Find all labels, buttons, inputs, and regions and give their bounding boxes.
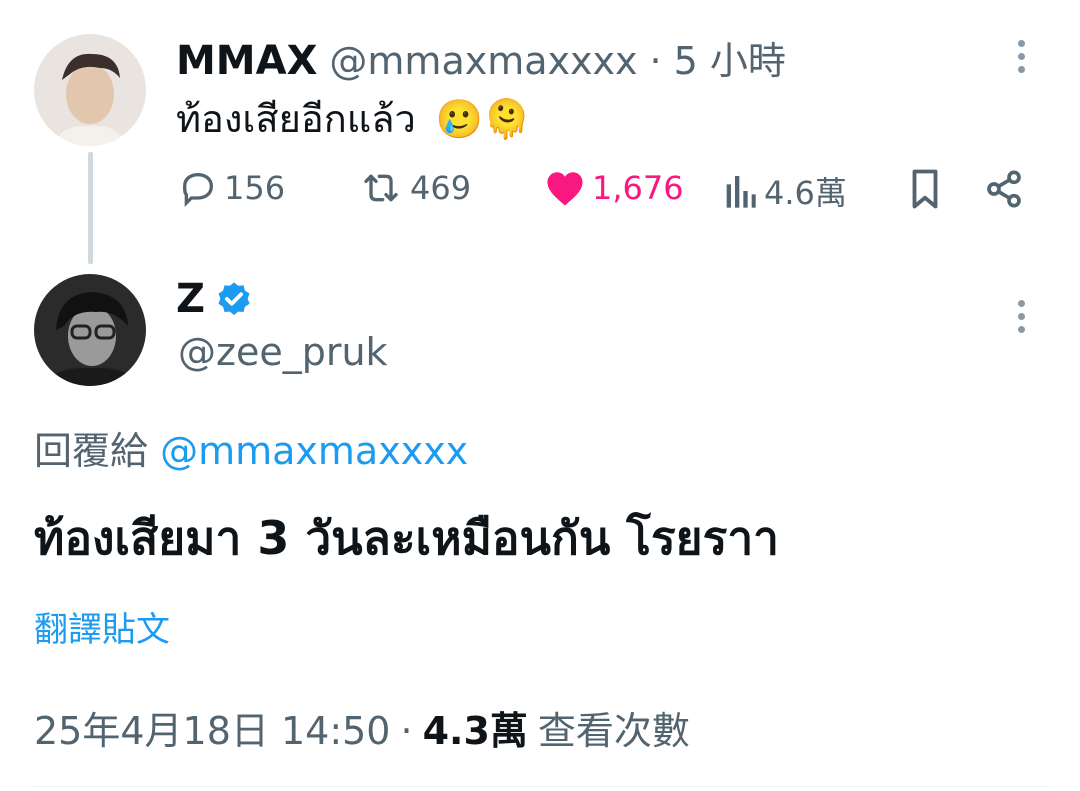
reply-tweet-text: ท้องเสียมา 3 วันละเหมือนกัน โรยราา	[34, 511, 780, 565]
author-handle[interactable]: @mmaxmaxxxx	[329, 39, 637, 83]
more-options-button[interactable]	[1018, 300, 1025, 333]
bookmark-button[interactable]	[906, 168, 944, 214]
tweet-text: ท้องเสียอีกแล้ว	[176, 97, 416, 141]
parent-tweet-text: ท้องเสียอีกแล้ว 🥲🫠	[176, 88, 531, 149]
replying-to-line: 回覆給 @mmaxmaxxxx	[34, 420, 468, 475]
timestamp[interactable]: 25年4月18日 14:50	[34, 700, 390, 755]
like-button[interactable]: 1,676	[544, 168, 684, 208]
separator-dot: ·	[649, 39, 662, 83]
verified-badge-icon	[218, 282, 250, 315]
views-count: 4.3萬	[422, 709, 528, 753]
more-icon-dot	[1018, 66, 1025, 73]
avatar-z[interactable]	[34, 274, 146, 386]
reply-count: 156	[224, 169, 286, 207]
more-options-button[interactable]	[1018, 40, 1025, 73]
replying-to-prefix: 回覆給	[34, 429, 149, 473]
views-label: 查看次數	[537, 709, 690, 753]
author-name[interactable]: Z	[176, 276, 205, 322]
post-time[interactable]: 5 小時	[674, 30, 786, 85]
avatar-mmax[interactable]	[34, 34, 146, 146]
separator-dot: ·	[400, 709, 413, 753]
parent-tweet-header: MMAX @mmaxmaxxxx · 5 小時	[176, 30, 786, 85]
translate-post-link[interactable]: 翻譯貼文	[34, 602, 170, 651]
more-icon-dot	[1018, 313, 1025, 320]
author-name[interactable]: MMAX	[176, 38, 317, 84]
tweet-meta-line: 25年4月18日 14:50 · 4.3萬 查看次數	[34, 700, 690, 755]
views-count: 4.6萬	[764, 174, 847, 212]
retweet-count: 469	[410, 169, 472, 207]
emoji-group: 🥲🫠	[435, 97, 531, 141]
replying-to-link[interactable]: @mmaxmaxxxx	[160, 429, 468, 473]
like-count: 1,676	[592, 169, 684, 207]
author-handle[interactable]: @zee_pruk	[178, 330, 388, 374]
retweet-icon	[364, 174, 398, 202]
share-icon	[987, 170, 1021, 208]
reply-button[interactable]: 156	[178, 168, 285, 208]
views-icon	[726, 176, 756, 208]
share-button[interactable]	[984, 168, 1024, 214]
more-icon-dot	[1018, 326, 1025, 333]
more-icon-dot	[1018, 40, 1025, 47]
reply-icon	[182, 172, 214, 208]
bottom-divider	[34, 786, 1046, 787]
views-button[interactable]: 4.6萬	[722, 168, 847, 214]
like-icon	[547, 172, 583, 206]
reply-author-row: Z	[176, 276, 253, 322]
more-icon-dot	[1018, 53, 1025, 60]
retweet-button[interactable]: 469	[358, 168, 471, 208]
more-icon-dot	[1018, 300, 1025, 307]
thread-connector-line	[88, 152, 93, 264]
bookmark-icon	[912, 169, 938, 209]
